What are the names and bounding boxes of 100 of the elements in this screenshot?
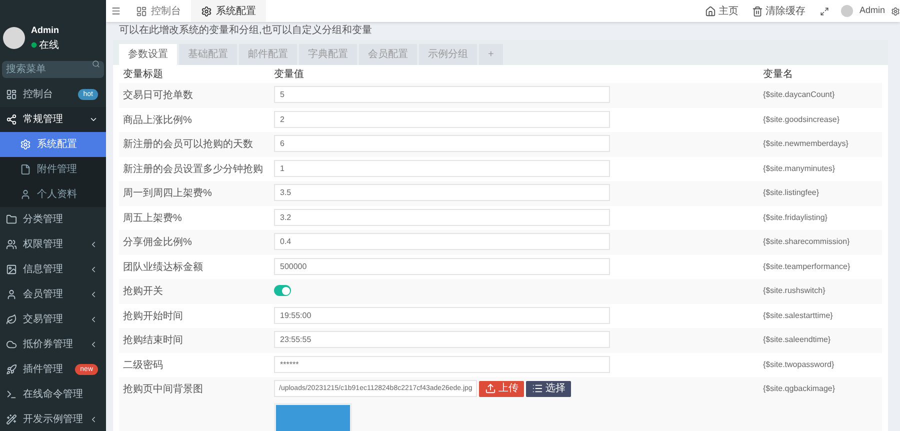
value-field[interactable]: 3.5 bbox=[274, 184, 610, 201]
value-field[interactable]: 19:55:00 bbox=[274, 306, 610, 324]
sidebar-label: 插件管理 bbox=[23, 362, 64, 376]
user-icon bbox=[6, 288, 17, 300]
variable-name: {$site.saleendtime} bbox=[762, 334, 831, 346]
variable-title: 分享佣金比例% bbox=[122, 236, 193, 250]
variable-title: 新注册的会员可以抢购的天数 bbox=[122, 138, 254, 152]
sidebar-label: 开发示例管理 bbox=[23, 412, 83, 426]
action-button[interactable]: 选择 bbox=[526, 380, 572, 396]
leaf-icon bbox=[6, 314, 17, 324]
sidebar-label: 交易管理 bbox=[23, 312, 64, 326]
user-name: Admin bbox=[31, 24, 59, 37]
caret-icon bbox=[89, 314, 98, 324]
dashboard-icon bbox=[6, 88, 17, 100]
home-icon bbox=[705, 6, 716, 16]
sidebar-item[interactable]: 系统配置 bbox=[0, 132, 106, 156]
sidebar-item[interactable]: 权限管理 bbox=[0, 232, 106, 256]
share-icon bbox=[6, 114, 17, 124]
caret-icon bbox=[89, 290, 98, 298]
caret-icon bbox=[89, 240, 98, 248]
rocket-icon bbox=[6, 364, 17, 374]
top-link[interactable]: 主页 bbox=[698, 4, 746, 18]
description: 可以在此增改系统的变量和分组,也可以自定义分组和变量 bbox=[118, 24, 373, 38]
value-field[interactable]: 2 bbox=[274, 110, 610, 128]
toggle-switch[interactable] bbox=[274, 285, 291, 296]
page-tab[interactable]: 系统配置 bbox=[191, 0, 266, 22]
page-tab[interactable]: 控制台 bbox=[126, 0, 191, 22]
variable-title: 周一到周四上架费% bbox=[122, 186, 213, 201]
sidebar-label: 常规管理 bbox=[23, 112, 64, 126]
variable-name: {$site.daycanCount} bbox=[762, 89, 835, 101]
avatar bbox=[3, 27, 25, 50]
upload-icon bbox=[485, 383, 496, 394]
image-icon bbox=[6, 264, 17, 274]
sidebar-label: 权限管理 bbox=[23, 238, 64, 252]
value-field[interactable]: 3.2 bbox=[274, 208, 610, 226]
sidebar-item[interactable]: 会员管理 bbox=[0, 282, 106, 306]
list-icon bbox=[532, 383, 544, 394]
variable-title: 抢购开关 bbox=[122, 284, 164, 299]
config-tab[interactable]: 参数设置 bbox=[119, 44, 177, 65]
variable-name: {$site.salestarttime} bbox=[762, 310, 833, 322]
value-field[interactable]: 5 bbox=[274, 86, 610, 103]
gear-icon bbox=[201, 6, 212, 16]
sidebar-item[interactable]: 在线命令管理 bbox=[0, 382, 106, 406]
variable-name: {$site.goodsincrease} bbox=[762, 114, 840, 126]
sidebar-item[interactable]: 开发示例管理 bbox=[0, 406, 106, 431]
sidebar-item[interactable]: 附件管理 bbox=[0, 156, 106, 182]
caret-icon bbox=[89, 414, 98, 424]
column-header: 变量名 bbox=[762, 68, 793, 82]
variable-title: 新注册的会员设置多少分钟抢购 bbox=[122, 162, 264, 176]
value-field[interactable]: 500000 bbox=[274, 258, 610, 274]
value-field[interactable]: 1 bbox=[274, 160, 610, 176]
variable-title: 抢购开始时间 bbox=[122, 310, 184, 324]
terminal-icon bbox=[6, 388, 17, 400]
trash-icon bbox=[752, 6, 764, 16]
value-field[interactable]: 6 bbox=[274, 135, 610, 152]
sidebar-label: 会员管理 bbox=[23, 288, 64, 302]
search-field[interactable]: 搜索菜单 bbox=[2, 60, 104, 78]
sidebar-item[interactable]: 信息管理 bbox=[0, 256, 106, 282]
sidebar-label: 个人资料 bbox=[37, 188, 78, 202]
sidebar-item[interactable]: 交易管理 bbox=[0, 306, 106, 332]
variable-title: 周五上架费% bbox=[122, 212, 183, 226]
fullscreen-icon[interactable] bbox=[820, 6, 830, 16]
sidebar-item[interactable]: 常规管理 bbox=[0, 106, 106, 132]
variable-name: {$site.rushswitch} bbox=[762, 285, 826, 297]
variable-title: 抢购页中间背景图 bbox=[122, 382, 204, 397]
action-button[interactable]: 上传 bbox=[479, 380, 524, 396]
sidebar-item[interactable]: 分类管理 bbox=[0, 206, 106, 232]
gear-icon bbox=[20, 138, 31, 150]
sidebar-label: 系统配置 bbox=[37, 138, 78, 152]
folder-icon bbox=[6, 214, 17, 224]
gear-icon[interactable] bbox=[891, 6, 900, 16]
sidebar-label: 控制台 bbox=[23, 88, 54, 102]
variable-name: {$site.manyminutes} bbox=[762, 162, 836, 175]
top-link[interactable]: 清除缓存 bbox=[745, 4, 812, 18]
sidebar-item[interactable]: 个人资料 bbox=[0, 182, 106, 206]
variable-name: {$site.teamperformance} bbox=[762, 260, 850, 273]
sidebar-label: 附件管理 bbox=[37, 162, 78, 176]
dashboard-icon bbox=[136, 6, 147, 16]
variable-name: {$site.listingfee} bbox=[762, 187, 820, 199]
sidebar-label: 在线命令管理 bbox=[23, 388, 84, 402]
users-icon bbox=[6, 238, 17, 250]
value-field[interactable]: 0.4 bbox=[274, 233, 610, 250]
file-icon bbox=[20, 164, 31, 174]
variable-name: {$site.qgbackimage} bbox=[762, 383, 836, 395]
wand-icon bbox=[6, 414, 17, 424]
sidebar-label: 抵价券管理 bbox=[23, 338, 74, 352]
user-status: 在线 bbox=[39, 38, 59, 52]
variable-title: 团队业绩达标金额 bbox=[122, 260, 204, 274]
top-user-name[interactable]: Admin bbox=[853, 4, 891, 18]
caret-icon bbox=[89, 340, 98, 348]
column-header: 变量值 bbox=[274, 68, 305, 82]
variable-title: 交易日可抢单数 bbox=[122, 88, 194, 103]
sidebar-item[interactable]: 抵价券管理 bbox=[0, 332, 106, 356]
value-field[interactable]: ****** bbox=[274, 356, 610, 372]
variable-title: 抢购结束时间 bbox=[122, 334, 184, 348]
sidebar-label: 分类管理 bbox=[23, 212, 64, 226]
value-field[interactable]: 23:55:55 bbox=[274, 331, 610, 348]
menu-icon[interactable] bbox=[111, 6, 121, 16]
variable-name: {$site.fridaylisting} bbox=[762, 212, 828, 224]
variable-name: {$site.sharecommission} bbox=[762, 236, 850, 248]
